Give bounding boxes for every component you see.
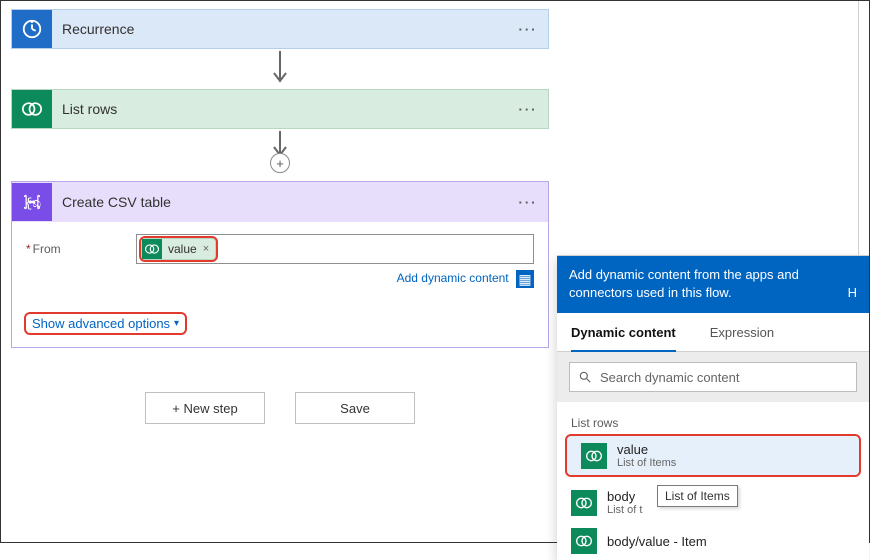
csv-menu[interactable]: ··· xyxy=(508,195,548,210)
dyn-item-body[interactable]: body List of t List of Items xyxy=(557,483,869,522)
dataverse-icon xyxy=(581,443,607,469)
dyn-item-body-value-item[interactable]: body/value - Item xyxy=(557,522,869,560)
step-list-rows-menu[interactable]: ··· xyxy=(508,102,548,117)
hide-link[interactable]: H xyxy=(848,284,857,302)
dyn-item-value[interactable]: value List of Items xyxy=(567,436,859,475)
dyn-section-list-rows: List rows xyxy=(557,402,869,436)
add-dynamic-content-button[interactable]: ▦ xyxy=(516,270,534,288)
connector-arrow-plus: + xyxy=(11,129,549,163)
recurrence-icon xyxy=(12,10,52,48)
dataverse-icon xyxy=(142,239,162,259)
show-advanced-options[interactable]: Show advanced options ▾ xyxy=(26,314,185,333)
token-label: value xyxy=(168,242,197,256)
step-recurrence[interactable]: Recurrence ··· xyxy=(11,9,549,49)
from-label: *From xyxy=(26,234,136,256)
dataverse-icon xyxy=(571,528,597,554)
token-remove[interactable]: × xyxy=(203,243,209,255)
step-recurrence-title: Recurrence xyxy=(52,21,508,37)
data-operations-icon: {ಎ} xyxy=(12,183,52,221)
search-icon xyxy=(578,370,592,384)
add-dynamic-content-link[interactable]: Add dynamic content xyxy=(397,271,509,285)
chevron-down-icon: ▾ xyxy=(174,318,179,329)
tab-dynamic-content[interactable]: Dynamic content xyxy=(571,313,676,352)
dynamic-content-panel: Add dynamic content from the apps and co… xyxy=(557,255,869,560)
connector-arrow xyxy=(11,49,549,89)
from-input[interactable]: value × xyxy=(136,234,534,264)
search-placeholder: Search dynamic content xyxy=(600,370,739,385)
tab-expression[interactable]: Expression xyxy=(710,313,774,351)
dataverse-icon xyxy=(571,490,597,516)
dynamic-content-search[interactable]: Search dynamic content xyxy=(569,362,857,392)
dynamic-content-banner: Add dynamic content from the apps and co… xyxy=(557,256,869,313)
tooltip-list-of-items: List of Items xyxy=(657,485,738,507)
dataverse-icon xyxy=(12,90,52,128)
step-list-rows[interactable]: List rows ··· xyxy=(11,89,549,129)
csv-header[interactable]: {ಎ} Create CSV table ··· xyxy=(12,182,548,222)
insert-step-button[interactable]: + xyxy=(270,153,290,173)
from-token-value[interactable]: value × xyxy=(141,238,216,260)
new-step-button[interactable]: + New step xyxy=(145,392,265,424)
step-list-rows-title: List rows xyxy=(52,101,508,117)
csv-title: Create CSV table xyxy=(52,194,508,210)
step-create-csv-table: {ಎ} Create CSV table ··· *From value × xyxy=(11,181,549,348)
save-button[interactable]: Save xyxy=(295,392,415,424)
step-recurrence-menu[interactable]: ··· xyxy=(508,22,548,37)
